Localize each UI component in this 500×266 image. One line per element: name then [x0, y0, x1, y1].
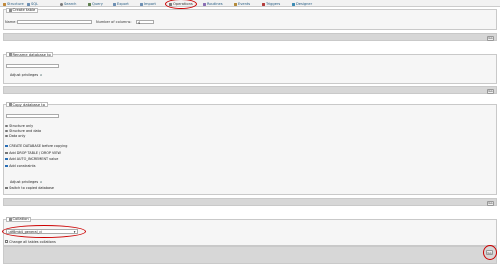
- export-icon: [113, 2, 116, 6]
- collation-footer: [3, 246, 497, 264]
- help-icon[interactable]: ?: [39, 180, 43, 184]
- collation-legend: Collation: [6, 216, 32, 222]
- events-icon: [234, 2, 237, 6]
- rename-database-input[interactable]: [6, 64, 59, 68]
- tab-search[interactable]: Search: [60, 2, 76, 7]
- radio-button[interactable]: [5, 129, 8, 133]
- rename-adjust-privileges[interactable]: Adjust privileges?: [10, 73, 43, 77]
- copy-database-footer: Go: [3, 198, 497, 206]
- tab-events[interactable]: Events: [234, 2, 250, 7]
- rename-database-go-button[interactable]: Go: [487, 88, 494, 94]
- check-add-constraints[interactable]: Add constraints: [5, 164, 36, 168]
- go-highlight-ellipse: [483, 245, 497, 260]
- radio-data-only[interactable]: Data only: [5, 134, 25, 138]
- designer-icon: [292, 2, 295, 6]
- checkbox[interactable]: [5, 144, 8, 148]
- radio-structure-only[interactable]: Structure only: [5, 124, 33, 128]
- tab-structure[interactable]: Structure: [3, 2, 24, 7]
- tab-export[interactable]: Export: [113, 2, 129, 7]
- create-table-footer: Go: [3, 33, 497, 41]
- create-table-legend: Create table: [6, 7, 38, 13]
- help-icon[interactable]: ?: [39, 73, 43, 77]
- table-name-input[interactable]: [17, 19, 92, 24]
- operations-highlight-ellipse: [165, 0, 197, 9]
- radio-button[interactable]: [5, 134, 8, 138]
- checkbox[interactable]: [5, 151, 8, 155]
- collation-icon: [8, 217, 12, 221]
- number-of-columns-label: Number of columns:: [96, 20, 132, 24]
- rename-database-section: [3, 54, 497, 84]
- tab-import[interactable]: Import: [140, 2, 156, 7]
- wrench-icon: [8, 53, 12, 56]
- query-icon: [88, 2, 91, 6]
- check-add-auto-increment[interactable]: Add AUTO_INCREMENT value: [5, 157, 58, 161]
- table-icon: [8, 8, 12, 12]
- tab-query[interactable]: Query: [88, 2, 103, 7]
- check-switch-to-copied[interactable]: Switch to copied database: [5, 186, 54, 190]
- tab-sql[interactable]: SQL: [27, 2, 38, 7]
- wrench-icon: [8, 103, 12, 106]
- search-icon: [60, 2, 63, 6]
- copy-adjust-privileges[interactable]: Adjust privileges?: [10, 180, 43, 184]
- tab-bar: Structure SQL Search Query Export Import…: [0, 0, 500, 7]
- check-create-database[interactable]: CREATE DATABASE before copying: [5, 144, 67, 148]
- checkbox[interactable]: [5, 157, 8, 161]
- copy-database-go-button[interactable]: Go: [487, 200, 494, 206]
- tab-designer[interactable]: Designer: [292, 2, 312, 7]
- name-label: Name:: [5, 20, 17, 24]
- rename-database-legend: Rename database to: [6, 52, 54, 57]
- check-add-drop-table[interactable]: Add DROP TABLE / DROP VIEW: [5, 151, 61, 155]
- triggers-icon: [262, 2, 265, 6]
- checkbox[interactable]: [5, 164, 8, 168]
- routines-icon: [203, 2, 206, 6]
- rename-database-footer: Go: [3, 86, 497, 94]
- sql-icon: [27, 2, 30, 6]
- tab-triggers[interactable]: Triggers: [262, 2, 280, 7]
- import-icon: [140, 2, 143, 6]
- checkbox[interactable]: [5, 186, 8, 190]
- collation-highlight-ellipse: [2, 225, 86, 238]
- radio-button[interactable]: [5, 124, 8, 128]
- number-of-columns-input[interactable]: 4: [136, 19, 154, 25]
- table-structure-icon: [3, 2, 6, 6]
- radio-structure-and-data[interactable]: Structure and data: [5, 129, 41, 133]
- copy-database-section: [3, 104, 497, 195]
- check-change-all-collations[interactable]: Change all tables collations: [5, 240, 56, 244]
- create-table-go-button[interactable]: Go: [487, 35, 494, 41]
- copy-database-legend: Copy database to: [6, 102, 48, 107]
- copy-database-input[interactable]: [6, 114, 59, 118]
- tab-routines[interactable]: Routines: [203, 2, 223, 7]
- checkbox[interactable]: [5, 240, 8, 243]
